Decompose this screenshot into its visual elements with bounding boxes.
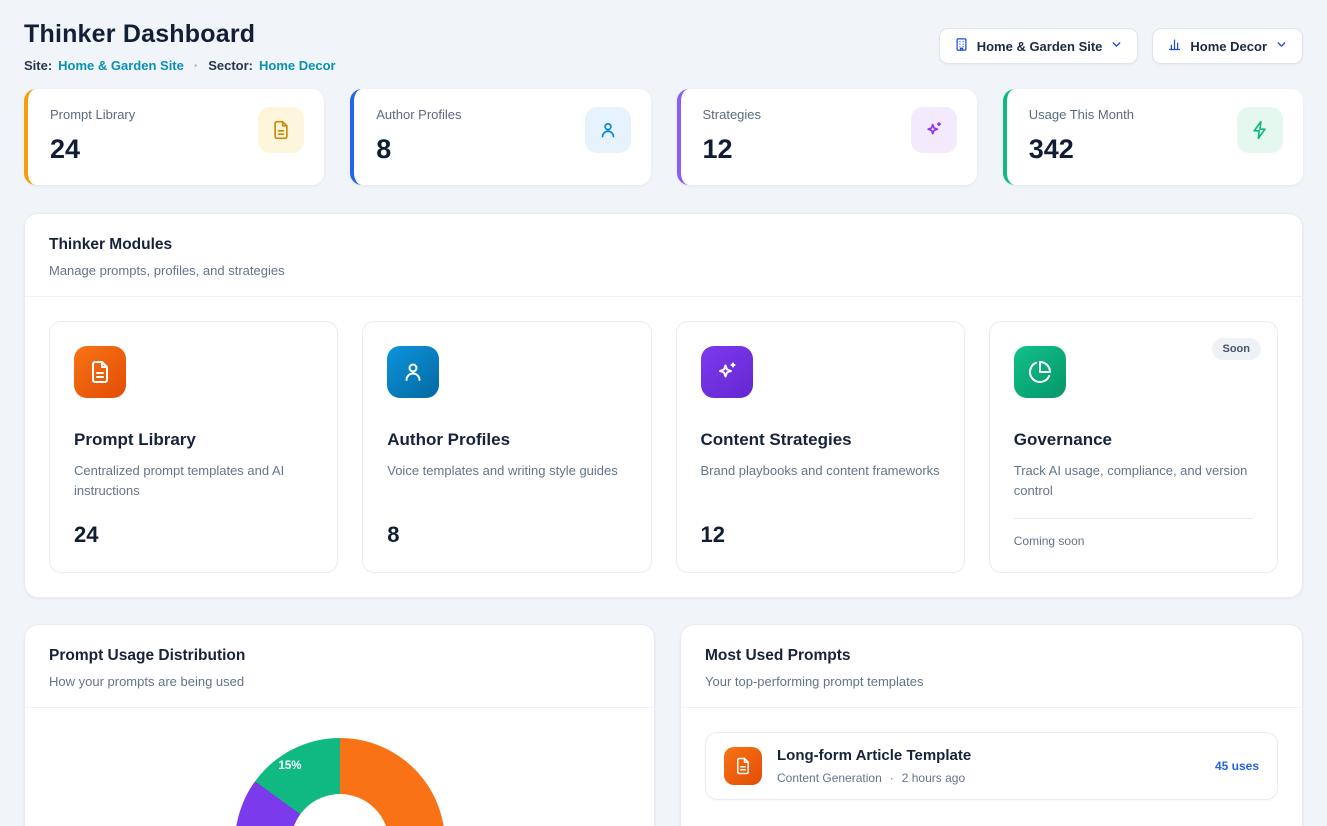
modules-header: Thinker Modules Manage prompts, profiles… (25, 214, 1302, 296)
sector-selector-dropdown[interactable]: Home Decor (1152, 28, 1303, 64)
modules-title: Thinker Modules (49, 236, 1278, 254)
stat-label: Prompt Library (50, 107, 135, 122)
prompt-uses-count: 45 uses (1215, 759, 1259, 773)
lightning-icon (1237, 107, 1283, 153)
usage-distribution-card: Prompt Usage Distribution How your promp… (24, 624, 655, 826)
prompt-category: Content Generation (777, 771, 882, 785)
stat-card-usage: Usage This Month 342 (1003, 89, 1303, 185)
prompts-card-title: Most Used Prompts (705, 647, 1278, 665)
site-selector-dropdown[interactable]: Home & Garden Site (939, 28, 1139, 64)
donut-ring (235, 738, 445, 826)
module-title: Prompt Library (74, 430, 313, 450)
stats-row: Prompt Library 24 Author Profiles 8 Stra… (24, 89, 1303, 185)
page-title: Thinker Dashboard (24, 20, 336, 49)
donut-slice-label: 15% (279, 760, 302, 772)
sparkle-icon (701, 346, 753, 398)
module-title: Governance (1014, 430, 1253, 450)
prompt-item-text: Long-form Article Template Content Gener… (777, 747, 971, 785)
stat-card-author-profiles: Author Profiles 8 (350, 89, 650, 185)
coming-soon-text: Coming soon (1014, 518, 1253, 548)
header-left: Thinker Dashboard Site: Home & Garden Si… (24, 20, 336, 73)
module-count: 24 (74, 504, 313, 548)
thinker-modules-panel: Thinker Modules Manage prompts, profiles… (24, 213, 1303, 598)
building-icon (954, 37, 969, 55)
bar-chart-icon (1167, 37, 1182, 55)
stat-card-prompt-library: Prompt Library 24 (24, 89, 324, 185)
stat-label: Author Profiles (376, 107, 461, 122)
usage-card-title: Prompt Usage Distribution (49, 647, 630, 665)
module-description: Brand playbooks and content frameworks (701, 461, 940, 481)
module-description: Voice templates and writing style guides (387, 461, 626, 481)
site-selector-label: Home & Garden Site (977, 39, 1103, 54)
most-used-prompts-card: Most Used Prompts Your top-performing pr… (680, 624, 1303, 826)
breadcrumb: Site: Home & Garden Site · Sector: Home … (24, 58, 336, 73)
stat-text: Author Profiles 8 (376, 107, 461, 165)
module-card-author-profiles[interactable]: Author Profiles Voice templates and writ… (362, 321, 651, 573)
pie-chart-icon (1014, 346, 1066, 398)
module-count: 8 (387, 504, 626, 548)
stat-text: Prompt Library 24 (50, 107, 135, 165)
chevron-down-icon (1275, 38, 1288, 54)
header-selectors: Home & Garden Site Home Decor (939, 28, 1303, 64)
module-description: Track AI usage, compliance, and version … (1014, 461, 1253, 501)
soon-badge: Soon (1212, 338, 1262, 360)
meta-separator: · (890, 771, 894, 785)
module-description: Centralized prompt templates and AI inst… (74, 461, 313, 501)
prompt-meta: Content Generation · 2 hours ago (777, 771, 971, 785)
stat-text: Strategies 12 (703, 107, 762, 165)
prompt-list-item[interactable]: Long-form Article Template Content Gener… (705, 732, 1278, 800)
modules-grid: Prompt Library Centralized prompt templa… (25, 297, 1302, 597)
prompts-card-subtitle: Your top-performing prompt templates (705, 674, 1278, 689)
breadcrumb-separator: · (194, 58, 198, 73)
stat-value: 24 (50, 134, 135, 165)
site-label: Site: (24, 58, 52, 73)
stat-card-strategies: Strategies 12 (677, 89, 977, 185)
module-count: 12 (701, 504, 940, 548)
stat-value: 342 (1029, 134, 1134, 165)
stat-value: 8 (376, 134, 461, 165)
document-icon (724, 747, 762, 785)
document-icon (74, 346, 126, 398)
divider (25, 707, 654, 708)
sector-label: Sector: (208, 58, 253, 73)
bottom-row: Prompt Usage Distribution How your promp… (24, 624, 1303, 826)
stat-text: Usage This Month 342 (1029, 107, 1134, 165)
stat-label: Strategies (703, 107, 762, 122)
module-card-governance[interactable]: Soon Governance Track AI usage, complian… (989, 321, 1278, 573)
document-icon (258, 107, 304, 153)
header: Thinker Dashboard Site: Home & Garden Si… (24, 20, 1303, 73)
donut-chart: 15% (235, 738, 445, 826)
module-card-content-strategies[interactable]: Content Strategies Brand playbooks and c… (676, 321, 965, 573)
usage-card-header: Prompt Usage Distribution How your promp… (25, 625, 654, 707)
modules-subtitle: Manage prompts, profiles, and strategies (49, 263, 1278, 278)
dashboard-page: Thinker Dashboard Site: Home & Garden Si… (0, 0, 1327, 826)
site-link[interactable]: Home & Garden Site (58, 58, 184, 73)
sector-selector-label: Home Decor (1190, 39, 1267, 54)
sector-link[interactable]: Home Decor (259, 58, 336, 73)
module-title: Author Profiles (387, 430, 626, 450)
chevron-down-icon (1110, 38, 1123, 54)
prompt-title: Long-form Article Template (777, 747, 971, 764)
prompts-card-header: Most Used Prompts Your top-performing pr… (681, 625, 1302, 707)
person-icon (585, 107, 631, 153)
sparkle-icon (911, 107, 957, 153)
person-icon (387, 346, 439, 398)
module-card-prompt-library[interactable]: Prompt Library Centralized prompt templa… (49, 321, 338, 573)
prompts-list: Long-form Article Template Content Gener… (681, 708, 1302, 824)
usage-card-subtitle: How your prompts are being used (49, 674, 630, 689)
module-title: Content Strategies (701, 430, 940, 450)
stat-value: 12 (703, 134, 762, 165)
stat-label: Usage This Month (1029, 107, 1134, 122)
prompt-time: 2 hours ago (902, 771, 965, 785)
